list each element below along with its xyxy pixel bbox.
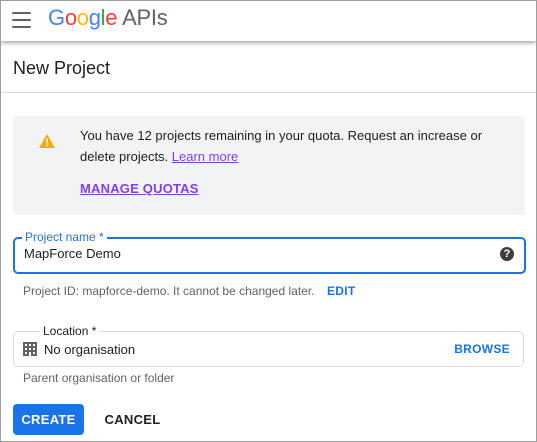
logo-letter: o <box>64 5 77 30</box>
project-id-text: Project ID: mapforce-demo. It cannot be … <box>23 284 315 298</box>
logo-letter: g <box>88 5 101 30</box>
location-value: No organisation <box>44 342 136 357</box>
browse-button[interactable]: BROWSE <box>454 342 510 356</box>
quota-notice: You have 12 projects remaining in your q… <box>13 116 525 215</box>
page-header: New Project <box>1 42 536 93</box>
edit-project-id-button[interactable]: EDIT <box>327 284 356 298</box>
top-app-bar: Google APIs <box>1 1 536 41</box>
logo-letter: e <box>105 5 118 30</box>
quota-message-text: You have 12 projects remaining in your q… <box>80 128 483 164</box>
manage-quotas-link[interactable]: MANAGE QUOTAS <box>80 181 199 196</box>
project-name-input[interactable] <box>24 246 464 261</box>
location-field[interactable]: Location * No organisation BROWSE <box>13 324 524 367</box>
hamburger-menu-icon[interactable] <box>12 12 32 28</box>
cancel-button[interactable]: CANCEL <box>96 404 169 435</box>
project-name-field[interactable]: Project name * ? <box>13 230 526 274</box>
warning-icon <box>39 134 55 148</box>
google-apis-logo[interactable]: Google APIs <box>48 5 168 31</box>
logo-suffix: APIs <box>122 5 168 30</box>
page-title: New Project <box>13 58 111 78</box>
logo-letter: G <box>48 5 65 30</box>
learn-more-link[interactable]: Learn more <box>172 149 238 164</box>
new-project-window: Google APIs New Project You have 12 proje… <box>0 0 537 442</box>
logo-letter: o <box>76 5 89 30</box>
project-name-label: Project name * <box>22 230 107 244</box>
quota-message: You have 12 projects remaining in your q… <box>80 125 500 167</box>
building-icon <box>23 342 37 356</box>
create-button[interactable]: CREATE <box>13 404 84 435</box>
location-helper-text: Parent organisation or folder <box>23 371 175 385</box>
help-icon[interactable]: ? <box>500 247 514 261</box>
location-label: Location * <box>40 324 100 338</box>
